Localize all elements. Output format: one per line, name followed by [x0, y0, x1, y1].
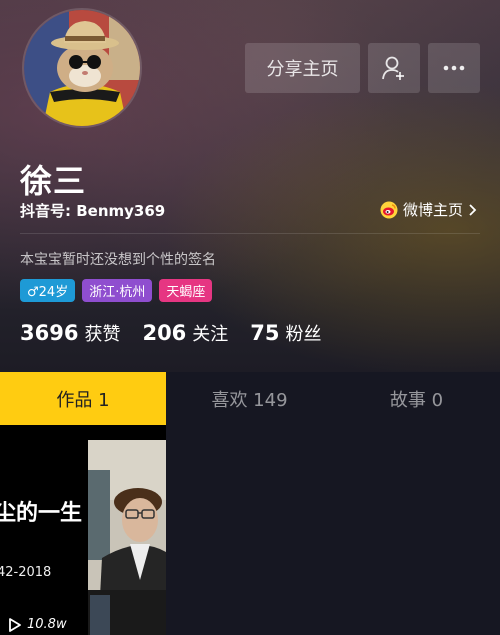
fans-stat[interactable]: 75 粉丝 [250, 320, 321, 346]
video-thumbnail-photo [88, 440, 166, 635]
share-profile-button[interactable]: 分享主页 [245, 43, 360, 93]
tab-works[interactable]: 作品 1 [0, 372, 166, 425]
video-play-count: 10.8w [27, 617, 67, 632]
weibo-icon [380, 201, 398, 218]
video-title-text: 尘的一生 [0, 501, 83, 526]
more-button[interactable] [428, 43, 480, 93]
likes-label: 获赞 [84, 324, 121, 345]
profile-header: 分享主页 徐三 抖音号: Benmy369 微博主页 本宝宝暂时还没想到个性的签… [0, 0, 500, 372]
fans-count: 75 [250, 321, 280, 345]
profile-stats: 3696 获赞 206 关注 75 粉丝 [20, 320, 322, 346]
more-icon [443, 65, 465, 71]
add-friend-icon [382, 56, 404, 80]
fans-label: 粉丝 [285, 324, 322, 345]
douyin-id: 抖音号: Benmy369 [20, 202, 166, 220]
add-friend-button[interactable] [368, 43, 420, 93]
following-stat[interactable]: 206 关注 [142, 320, 228, 346]
chevron-right-icon [469, 203, 477, 216]
profile-name: 徐三 [20, 162, 87, 200]
tab-story[interactable]: 故事 0 [333, 372, 500, 425]
share-profile-label: 分享主页 [266, 59, 339, 80]
location-tag: 浙江·杭州 [82, 279, 153, 302]
profile-tabs: 作品 1 喜欢 149 故事 0 [0, 372, 500, 425]
age-tag: ♂24岁 [20, 279, 76, 302]
video-grid: 尘的一生 42-2018 10.8w [0, 425, 500, 635]
following-label: 关注 [192, 324, 229, 345]
weibo-home-label: 微博主页 [402, 201, 463, 219]
weibo-home-link[interactable]: 微博主页 [380, 199, 478, 220]
avatar[interactable] [22, 8, 142, 128]
likes-count: 3696 [20, 321, 79, 345]
video-plays: 10.8w [8, 617, 67, 632]
cat-avatar-image [24, 10, 140, 126]
video-card[interactable]: 尘的一生 42-2018 10.8w [0, 425, 166, 635]
profile-bio: 本宝宝暂时还没想到个性的签名 [20, 252, 216, 268]
likes-stat: 3696 获赞 [20, 320, 120, 346]
play-icon [9, 617, 21, 632]
following-count: 206 [142, 321, 187, 345]
profile-tags: ♂24岁 浙江·杭州 天蝎座 [20, 279, 213, 302]
zodiac-tag: 天蝎座 [159, 279, 213, 302]
tab-likes[interactable]: 喜欢 149 [166, 372, 333, 425]
divider [20, 233, 480, 234]
video-subtitle-text: 42-2018 [0, 565, 52, 580]
